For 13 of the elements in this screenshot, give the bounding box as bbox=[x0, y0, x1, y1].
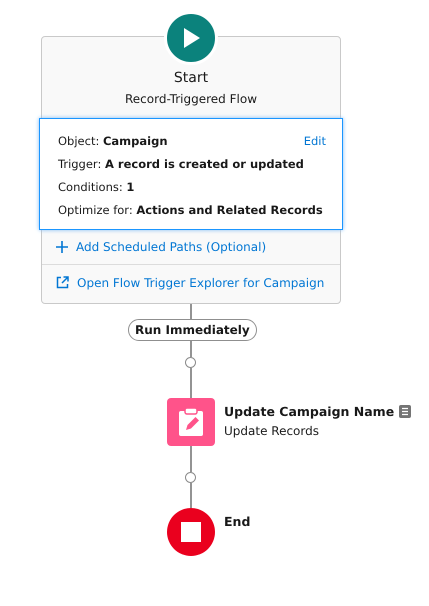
node-subtitle: Record-Triggered Flow bbox=[124, 91, 258, 107]
node-title: End bbox=[224, 514, 250, 529]
trigger-detail: Object: Campaign bbox=[58, 134, 168, 148]
path-label[interactable]: Run Immediately bbox=[128, 319, 257, 341]
node-subtitle: Update Records bbox=[224, 424, 320, 438]
explorer-link[interactable]: Open Flow Trigger Explorer for Campaign bbox=[77, 276, 324, 290]
node-title: Start bbox=[174, 69, 208, 87]
trigger-detail: Trigger: A record is created or updated bbox=[58, 156, 304, 170]
trigger-detail: Conditions: 1 bbox=[58, 180, 134, 194]
trigger-detail: Optimize for: Actions and Related Records bbox=[58, 202, 323, 216]
add-paths-link[interactable]: Add Scheduled Paths (Optional) bbox=[76, 240, 266, 254]
edit-link[interactable]: Edit bbox=[304, 134, 326, 148]
node-title: Update Campaign Name bbox=[224, 404, 394, 419]
